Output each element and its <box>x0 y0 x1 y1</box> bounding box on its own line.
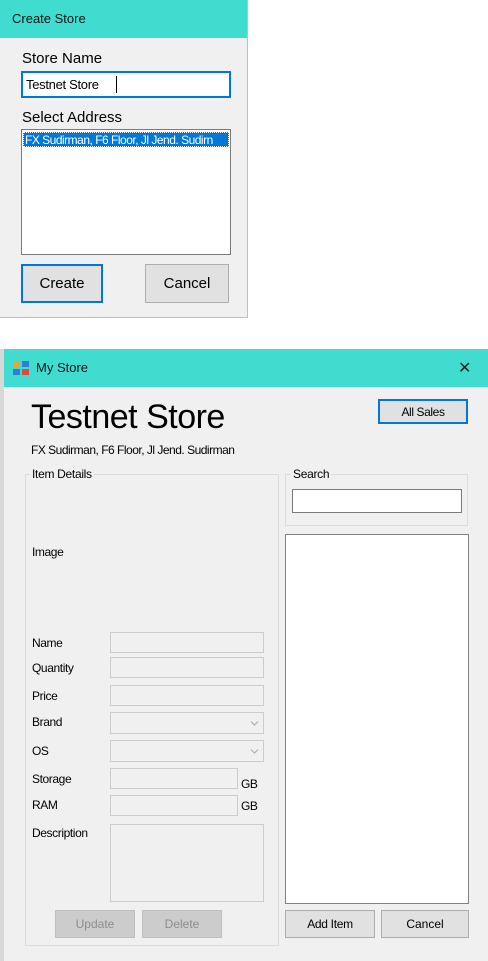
quantity-label: Quantity <box>32 661 74 675</box>
store-address-text: FX Sudirman, F6 Floor, Jl Jend. Sudirman <box>31 443 235 457</box>
brand-select[interactable] <box>110 712 264 734</box>
item-details-label: Item Details <box>30 467 94 481</box>
description-label: Description <box>32 826 88 840</box>
address-list-item-text: FX Sudirman, F6 Floor, Jl Jend. Sudirn <box>25 133 213 147</box>
search-input[interactable] <box>292 489 462 513</box>
name-label: Name <box>32 636 63 650</box>
image-label: Image <box>32 545 64 559</box>
update-button[interactable]: Update <box>55 910 135 938</box>
create-store-title: Create Store <box>12 11 86 26</box>
storage-label: Storage <box>32 772 72 786</box>
all-sales-button[interactable]: All Sales <box>378 399 468 424</box>
ram-input[interactable] <box>110 795 238 816</box>
ram-unit: GB <box>241 799 258 813</box>
my-store-window: My Store ✕ Testnet Store FX Sudirman, F6… <box>4 349 488 961</box>
add-item-label: Add Item <box>307 917 353 931</box>
address-list-item[interactable]: FX Sudirman, F6 Floor, Jl Jend. Sudirn <box>23 132 229 147</box>
ram-label: RAM <box>32 798 58 812</box>
items-listbox[interactable] <box>285 534 469 904</box>
my-store-cancel-label: Cancel <box>406 917 444 931</box>
all-sales-label: All Sales <box>401 404 445 419</box>
update-label: Update <box>75 917 115 931</box>
text-caret <box>116 76 117 93</box>
app-window-icon <box>13 361 29 375</box>
quantity-input[interactable] <box>110 657 264 678</box>
storage-unit: GB <box>241 777 258 791</box>
select-address-label: Select Address <box>22 109 123 126</box>
store-name-input[interactable]: Testnet Store <box>21 71 231 98</box>
description-input[interactable] <box>110 824 264 902</box>
add-item-button[interactable]: Add Item <box>285 910 375 938</box>
brand-label: Brand <box>32 715 63 729</box>
create-store-cancel-button[interactable]: Cancel <box>145 264 229 303</box>
create-button-label: Create <box>39 275 85 292</box>
chevron-down-icon <box>250 745 259 754</box>
store-name-label: Store Name <box>22 50 103 67</box>
chevron-down-icon <box>250 717 259 726</box>
my-store-titlebar[interactable]: My Store ✕ <box>4 349 488 387</box>
os-label: OS <box>32 744 49 758</box>
os-select[interactable] <box>110 740 264 762</box>
create-store-dialog: Create Store Store Name Testnet Store Se… <box>0 0 248 318</box>
create-button[interactable]: Create <box>21 264 103 303</box>
delete-label: Delete <box>164 917 200 931</box>
search-label: Search <box>291 467 332 481</box>
storage-input[interactable] <box>110 768 238 789</box>
price-input[interactable] <box>110 685 264 706</box>
name-input[interactable] <box>110 632 264 653</box>
my-store-cancel-button[interactable]: Cancel <box>381 910 469 938</box>
create-store-cancel-label: Cancel <box>163 275 211 292</box>
close-icon[interactable]: ✕ <box>458 358 471 378</box>
address-listbox[interactable]: FX Sudirman, F6 Floor, Jl Jend. Sudirn <box>21 129 231 255</box>
my-store-title: My Store <box>36 360 89 375</box>
store-name-value: Testnet Store <box>26 77 99 92</box>
price-label: Price <box>32 689 58 703</box>
store-title-heading: Testnet Store <box>31 398 225 436</box>
delete-button[interactable]: Delete <box>142 910 222 938</box>
create-store-titlebar[interactable]: Create Store <box>0 0 247 38</box>
